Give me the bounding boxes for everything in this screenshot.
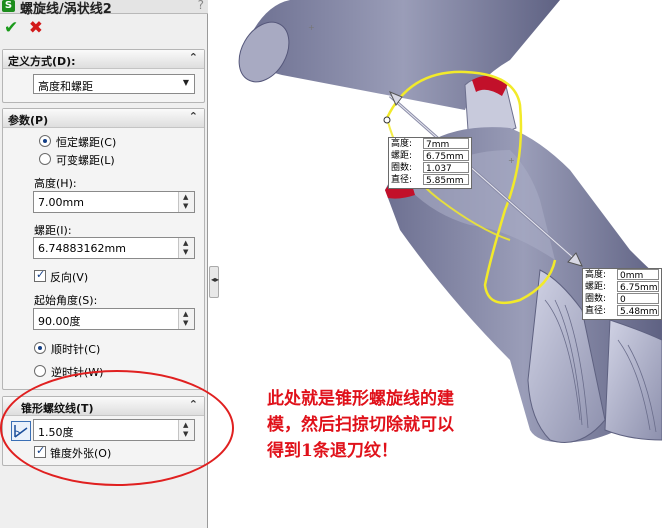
- definition-group: 定义方式(D): ⌃ 高度和螺距 ▼: [2, 49, 205, 103]
- clockwise-label: 顺时针(C): [51, 343, 101, 356]
- cancel-button[interactable]: ✖: [29, 18, 43, 38]
- callout-value[interactable]: 7mm: [423, 138, 469, 150]
- radio-unselected-icon[interactable]: [34, 365, 46, 377]
- callout-key: 圈数:: [391, 163, 413, 173]
- parameters-group-title: 参数(P): [8, 114, 49, 127]
- annotation-line: 得到1条退刀纹！: [267, 441, 398, 461]
- callout-row: 高度: 0mm: [583, 269, 661, 281]
- collapse-chevron-icon[interactable]: ⌃: [189, 110, 198, 123]
- start-angle-spinner[interactable]: ▲ ▼: [178, 309, 194, 329]
- annotation-line: 模，然后扫掠切除就可以: [267, 415, 454, 435]
- pitch-spinner[interactable]: ▲ ▼: [178, 238, 194, 258]
- callout-row: 直径: 5.85mm: [389, 174, 471, 186]
- callout-row: 高度: 7mm: [389, 138, 471, 150]
- pitch-value: 6.74883162mm: [38, 242, 126, 255]
- parameters-group-header[interactable]: 参数(P) ⌃: [3, 109, 204, 128]
- height-label: 高度(H):: [34, 177, 77, 190]
- callout-value[interactable]: 6.75mm: [617, 281, 659, 293]
- definition-dropdown-value: 高度和螺距: [38, 80, 93, 93]
- helix-end-callout[interactable]: 高度: 0mm 螺距: 6.75mm 圈数: 0 直径: 5.48mm: [582, 268, 662, 320]
- collapse-chevron-icon[interactable]: ⌃: [189, 51, 198, 64]
- spin-down-icon[interactable]: ▼: [183, 248, 188, 256]
- ok-cancel-bar: ✔ ✖: [4, 18, 50, 38]
- parameters-group: 参数(P) ⌃ 恒定螺距(C) 可变螺距(L) 高度(H): 7.00mm ▲ …: [2, 108, 205, 390]
- annotation-line: 此处就是锥形螺旋线的建: [267, 389, 454, 409]
- callout-key: 圈数:: [585, 294, 607, 304]
- blade-right[interactable]: [604, 319, 662, 441]
- callout-value[interactable]: 5.48mm: [617, 305, 659, 317]
- start-angle-label: 起始角度(S):: [34, 294, 98, 307]
- height-input[interactable]: 7.00mm ▲ ▼: [33, 191, 195, 213]
- helix-start-callout[interactable]: 高度: 7mm 螺距: 6.75mm 圈数: 1.037 直径: 5.85mm: [388, 137, 472, 189]
- callout-row: 螺距: 6.75mm: [389, 150, 471, 162]
- height-value: 7.00mm: [38, 196, 84, 209]
- radio-selected-icon[interactable]: [34, 342, 46, 354]
- height-spinner[interactable]: ▲ ▼: [178, 192, 194, 212]
- radio-unselected-icon[interactable]: [39, 153, 51, 165]
- definition-dropdown[interactable]: 高度和螺距 ▼: [33, 74, 195, 94]
- spin-down-icon[interactable]: ▼: [183, 202, 188, 210]
- dropdown-arrow-icon[interactable]: ▼: [183, 78, 189, 87]
- constant-pitch-label: 恒定螺距(C): [56, 136, 117, 149]
- check-mark-icon: ✓: [36, 268, 46, 281]
- radio-selected-icon[interactable]: [39, 135, 51, 147]
- callout-row: 圈数: 0: [583, 293, 661, 305]
- callout-row: 螺距: 6.75mm: [583, 281, 661, 293]
- feature-title-bar: S 螺旋线/涡状线2 ?: [0, 0, 208, 17]
- help-icon[interactable]: ?: [198, 0, 204, 12]
- callout-key: 螺距:: [391, 151, 413, 161]
- definition-group-title: 定义方式(D):: [8, 55, 76, 68]
- annotation-text: 此处就是锥形螺旋线的建 模，然后扫掠切除就可以 得到1条退刀纹！: [267, 386, 533, 464]
- callout-value[interactable]: 5.85mm: [423, 174, 469, 186]
- callout-row: 圈数: 1.037: [389, 162, 471, 174]
- pitch-label: 螺距(I):: [34, 224, 72, 237]
- callout-key: 高度:: [585, 270, 607, 280]
- checkbox-box[interactable]: ✓: [34, 268, 46, 282]
- spin-up-icon[interactable]: ▲: [183, 310, 188, 318]
- callout-value[interactable]: 1.037: [423, 162, 469, 174]
- spin-up-icon[interactable]: ▲: [183, 239, 188, 247]
- feature-title: 螺旋线/涡状线2: [20, 2, 112, 17]
- callout-row: 直径: 5.48mm: [583, 305, 661, 317]
- start-angle-value: 90.00度: [38, 315, 81, 328]
- callout-value[interactable]: 6.75mm: [423, 150, 469, 162]
- highlight-ellipse: [0, 370, 234, 486]
- spin-up-icon[interactable]: ▲: [183, 193, 188, 201]
- start-angle-input[interactable]: 90.00度 ▲ ▼: [33, 308, 195, 330]
- reverse-label: 反向(V): [50, 271, 89, 284]
- definition-group-header[interactable]: 定义方式(D): ⌃: [3, 50, 204, 69]
- callout-key: 直径:: [585, 306, 607, 316]
- callout-key: 直径:: [391, 175, 413, 185]
- callout-key: 螺距:: [585, 282, 607, 292]
- pitch-input[interactable]: 6.74883162mm ▲ ▼: [33, 237, 195, 259]
- callout-key: 高度:: [391, 139, 413, 149]
- axis-marker: +: [508, 156, 515, 165]
- screen: S 螺旋线/涡状线2 ? ✔ ✖ 定义方式(D): ⌃ 高度和螺距 ▼ 参数(P…: [0, 0, 662, 528]
- variable-pitch-label: 可变螺距(L): [56, 154, 115, 167]
- callout-value[interactable]: 0mm: [617, 269, 659, 281]
- helix-feature-icon: S: [2, 0, 15, 12]
- callout-value[interactable]: 0: [617, 293, 659, 305]
- origin-marker: +: [308, 23, 315, 32]
- ok-button[interactable]: ✔: [4, 18, 18, 38]
- start-point-handle[interactable]: [383, 116, 391, 124]
- spin-down-icon[interactable]: ▼: [183, 319, 188, 327]
